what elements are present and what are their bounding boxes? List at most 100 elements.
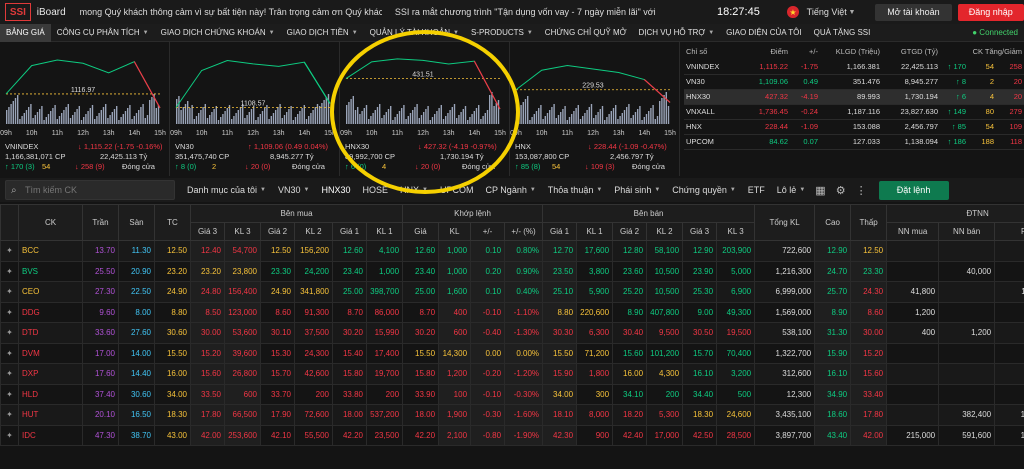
col-sub-header[interactable]: +/-: [470, 222, 506, 241]
pin-icon[interactable]: ✦: [0, 404, 19, 426]
col-header-total[interactable]: Tổng KL: [754, 204, 816, 241]
market-tab[interactable]: VN30 ▼: [278, 185, 309, 195]
stock-symbol[interactable]: HLD: [18, 383, 83, 405]
index-row[interactable]: VN30 1,109.06 0.49 351.476 8,945.277 ↑ 8 2 20: [684, 74, 1024, 90]
index-row[interactable]: HNX 228.44 -1.09 153.088 2,456.797 ↑ 85 54 109: [684, 119, 1024, 135]
index-row[interactable]: UPCOM 84.62 0.07 127.033 1,138.094 ↑ 186 188 11…: [684, 134, 1024, 150]
index-row[interactable]: VNINDEX 1,115.22 -1.75 1,166.381 22,425.113 ↑…: [684, 59, 1024, 75]
pin-icon[interactable]: ✦: [0, 424, 19, 446]
grid-icon[interactable]: ▦: [815, 184, 825, 197]
col-sub-header[interactable]: Giá 2: [260, 222, 295, 241]
vietnam-flag-icon[interactable]: ★: [787, 6, 799, 18]
col-sub-header[interactable]: NN mua: [886, 222, 940, 241]
pin-icon[interactable]: ✦: [0, 322, 19, 344]
more-icon[interactable]: ⋮: [856, 184, 867, 197]
index-row[interactable]: VNXALL 1,736.45 -0.24 1,187.116 23,827.630 ↑ …: [684, 104, 1024, 120]
index-row[interactable]: HNX30 427.32 -4.19 89.993 1,730.194 ↑ 6 4 20: [684, 89, 1024, 105]
table-row[interactable]: ✦ CEO 27.30 22.50 24.90 24.80 156,400 24.90 341,…: [0, 281, 1024, 303]
pin-icon[interactable]: ✦: [0, 281, 19, 303]
table-row[interactable]: ✦ DDG 9.60 8.00 8.80 8.50 123,000 8.60 91,300 8.7…: [0, 301, 1024, 323]
gear-icon[interactable]: ⚙: [836, 184, 846, 197]
place-order-button[interactable]: Đặt lệnh: [878, 180, 949, 200]
stock-symbol[interactable]: IDC: [18, 424, 83, 446]
market-tab[interactable]: Chứng quyền ▼: [672, 185, 736, 195]
stock-symbol[interactable]: DDG: [18, 301, 83, 323]
stock-symbol[interactable]: BCC: [18, 240, 83, 262]
index-chart[interactable]: 431.51 09h 10h 11h 12h 13h 14h 15h: [340, 42, 510, 140]
col-header-low[interactable]: Thấp: [850, 204, 888, 241]
col-sub-header[interactable]: KL 3: [224, 222, 261, 241]
col-sub-header[interactable]: Giá 2: [612, 222, 648, 241]
menu-item[interactable]: QUẢN LÝ TÀI KHOẢN ▼: [364, 24, 465, 42]
index-chart[interactable]: 1108.57 09h 10h 11h 12h 13h 14h 15h: [170, 42, 340, 140]
menu-item[interactable]: BẢNG GIÁ: [0, 23, 51, 42]
table-row[interactable]: ✦ BVS 25.50 20.90 23.20 23.20 23,800 23.30 24,20…: [0, 260, 1024, 282]
col-sub-header[interactable]: KL 1: [365, 222, 404, 241]
market-tab[interactable]: Phái sinh ▼: [614, 185, 660, 195]
stock-symbol[interactable]: BVS: [18, 260, 83, 282]
market-tab[interactable]: HOSE: [362, 185, 388, 195]
menu-item[interactable]: S-PRODUCTS ▼: [465, 24, 539, 42]
table-row[interactable]: ✦ BCC 13.70 11.30 12.50 12.40 54,700 12.50 156,2…: [0, 240, 1024, 262]
col-sub-header[interactable]: KL 2: [294, 222, 333, 241]
index-chart-panel[interactable]: 1108.57 09h 10h 11h 12h 13h 14h 15h VN30 ↑ 1,109.…: [170, 42, 340, 176]
col-sub-header[interactable]: Giá 1: [542, 222, 578, 241]
table-row[interactable]: ✦ DTD 33.60 27.60 30.60 30.00 53,600 30.10 37,50…: [0, 322, 1024, 344]
market-tab[interactable]: Lô lẻ ▼: [777, 185, 805, 195]
menu-item[interactable]: DỊCH VỤ HỖ TRỢ ▼: [633, 24, 721, 42]
col-header-ref[interactable]: TC: [154, 204, 191, 241]
col-header-ceil[interactable]: Trần: [82, 204, 119, 241]
col-sub-header[interactable]: Room: [994, 222, 1024, 241]
ssi-logo[interactable]: SSI: [5, 3, 31, 21]
menu-item[interactable]: QUÀ TẶNG SSI: [808, 24, 877, 42]
col-sub-header[interactable]: Giá 3: [190, 222, 225, 241]
market-tab[interactable]: HNX30: [321, 185, 350, 195]
col-sub-header[interactable]: KL 2: [646, 222, 684, 241]
col-sub-header[interactable]: KL: [438, 222, 472, 241]
search-box[interactable]: ⌕: [5, 180, 175, 200]
pin-icon[interactable]: ✦: [0, 240, 19, 262]
table-row[interactable]: ✦ HUT 20.10 16.50 18.30 17.80 66,500 17.90 72,60…: [0, 404, 1024, 426]
index-chart-panel[interactable]: 1116.97 09h 10h 11h 12h 13h 14h 15h VNINDEX ↓ 1,1…: [0, 42, 170, 176]
index-chart-panel[interactable]: 229.53 09h 10h 11h 12h 13h 14h 15h HNX ↓ 228.44 (…: [510, 42, 680, 176]
table-row[interactable]: ✦ IDC 47.30 38.70 43.00 42.00 253,600 42.10 55,5…: [0, 424, 1024, 446]
market-tab[interactable]: Danh mục của tôi ▼: [187, 185, 266, 195]
table-row[interactable]: ✦ DVM 17.00 14.00 15.50 15.20 39,600 15.30 24,30…: [0, 342, 1024, 364]
table-row[interactable]: ✦ HLD 37.40 30.60 34.00 33.50 600 33.70 200 33.80…: [0, 383, 1024, 405]
menu-item[interactable]: GIAO DIỆN CỦA TÔI: [720, 24, 807, 42]
stock-symbol[interactable]: DTD: [18, 322, 83, 344]
search-input[interactable]: [25, 185, 165, 195]
news-ticker-1[interactable]: mong Quý khách thông cảm vì sự bất tiện …: [80, 7, 382, 17]
pin-icon[interactable]: ✦: [0, 342, 19, 364]
col-sub-header[interactable]: KL 1: [576, 222, 614, 241]
market-tab[interactable]: ETF: [748, 185, 765, 195]
col-sub-header[interactable]: Giá 1: [332, 222, 367, 241]
menu-item[interactable]: GIAO DỊCH CHỨNG KHOÁN ▼: [155, 24, 281, 42]
col-sub-header[interactable]: Giá: [402, 222, 440, 241]
col-sub-header[interactable]: +/- (%): [504, 222, 544, 241]
index-chart-panel[interactable]: 431.51 09h 10h 11h 12h 13h 14h 15h HNX30 ↓ 427.32…: [340, 42, 510, 176]
index-chart[interactable]: 1116.97 09h 10h 11h 12h 13h 14h 15h: [0, 42, 170, 140]
menu-item[interactable]: GIAO DỊCH TIỀN ▼: [281, 24, 364, 42]
stock-symbol[interactable]: DXP: [18, 363, 83, 385]
market-tab[interactable]: CP Ngành ▼: [485, 185, 535, 195]
table-row[interactable]: ✦ DXP 17.60 14.40 16.00 15.60 26,800 15.70 42,60…: [0, 363, 1024, 385]
col-sub-header[interactable]: KL 3: [716, 222, 756, 241]
language-selector[interactable]: Tiếng Việt: [807, 7, 849, 17]
pin-icon[interactable]: ✦: [0, 363, 19, 385]
pin-icon[interactable]: ✦: [0, 260, 19, 282]
col-header-floor[interactable]: Sàn: [118, 204, 155, 241]
stock-symbol[interactable]: DVM: [18, 342, 83, 364]
col-sub-header[interactable]: Giá 3: [682, 222, 718, 241]
login-button[interactable]: Đăng nhập: [957, 3, 1024, 21]
pin-icon[interactable]: ✦: [0, 383, 19, 405]
market-tab[interactable]: UPCOM: [440, 185, 474, 195]
stock-symbol[interactable]: HUT: [18, 404, 83, 426]
menu-item[interactable]: CÔNG CỤ PHÂN TÍCH ▼: [51, 24, 155, 42]
stock-symbol[interactable]: CEO: [18, 281, 83, 303]
col-sub-header[interactable]: NN bán: [938, 222, 996, 241]
chevron-down-icon[interactable]: ▼: [848, 9, 867, 16]
menu-item[interactable]: CHỨNG CHỈ QUỸ MỞ: [539, 24, 633, 42]
col-header-ck[interactable]: CK: [18, 204, 83, 241]
col-header-high[interactable]: Cao: [814, 204, 852, 241]
